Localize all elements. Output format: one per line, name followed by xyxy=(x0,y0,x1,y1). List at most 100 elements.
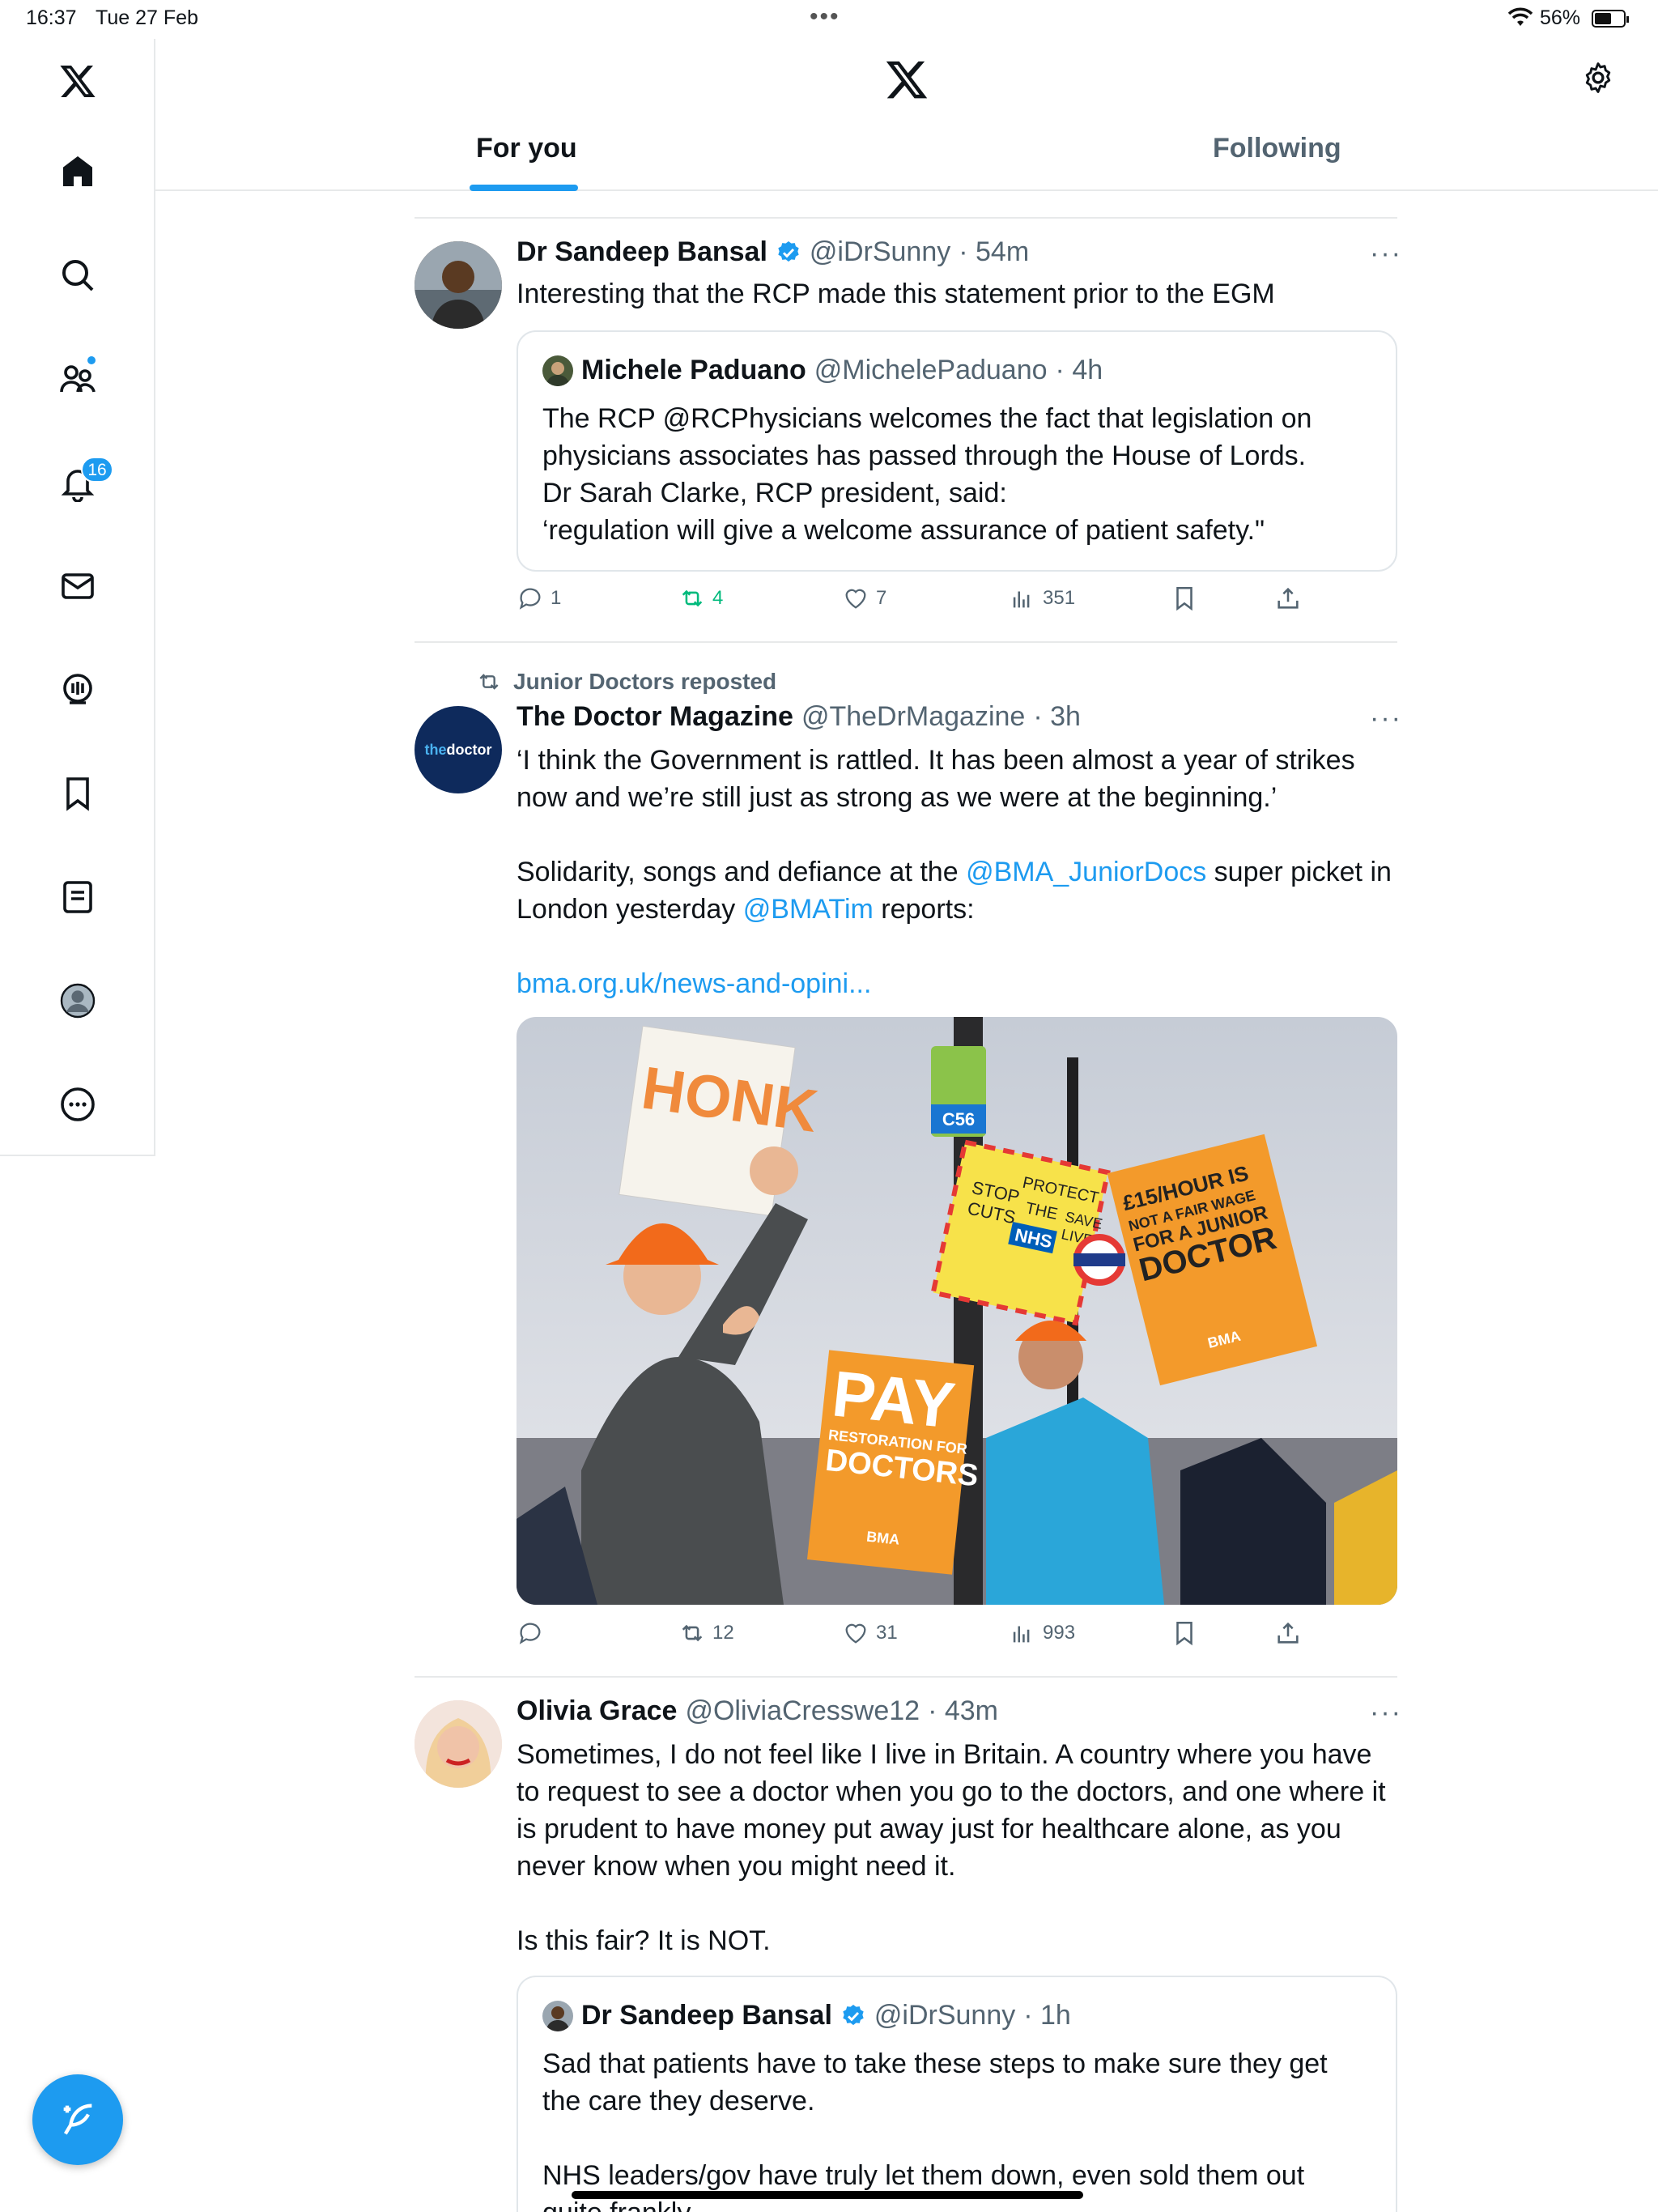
quote-time: · 1h xyxy=(1023,2000,1071,2031)
more-options-icon[interactable] xyxy=(45,1072,110,1137)
views-button[interactable]: 351 xyxy=(1009,585,1075,612)
post-time: · 3h xyxy=(1033,701,1081,732)
wifi-icon xyxy=(1507,7,1533,26)
home-icon[interactable] xyxy=(45,139,110,204)
avatar[interactable]: the doctor xyxy=(414,706,502,793)
like-count: 7 xyxy=(876,587,887,609)
reply-button[interactable] xyxy=(517,1619,551,1647)
multitasking-dots[interactable]: ••• xyxy=(810,3,840,31)
author-handle[interactable]: @OliviaCresswe12 xyxy=(685,1695,920,1727)
repost-context: Junior Doctors reposted xyxy=(476,669,776,695)
more-options-icon[interactable]: ··· xyxy=(1370,238,1402,270)
like-count: 31 xyxy=(876,1622,898,1644)
post-text-line: to request to see a doctor when you go t… xyxy=(517,1776,1386,1807)
communities-icon[interactable] xyxy=(45,347,110,411)
quote-author-handle: @MichelePaduano xyxy=(814,355,1048,385)
repost-button[interactable]: 4 xyxy=(678,585,723,612)
mention-link[interactable]: @BMA_JuniorDocs xyxy=(966,857,1206,887)
x-logo-icon[interactable] xyxy=(884,57,929,102)
heart-icon xyxy=(845,589,866,609)
quote-author-name: Michele Paduano xyxy=(581,355,806,385)
text: London yesterday xyxy=(517,894,743,925)
heart-icon xyxy=(845,1623,866,1644)
verified-badge-icon xyxy=(843,2004,864,2025)
notifications-count-badge: 16 xyxy=(81,457,113,483)
mention-link[interactable]: @BMATim xyxy=(743,894,874,925)
repost-context-label[interactable]: Junior Doctors reposted xyxy=(513,669,776,695)
x-logo-icon[interactable] xyxy=(45,49,110,113)
battery-percent: 56% xyxy=(1540,6,1581,29)
tab-following[interactable]: Following xyxy=(1213,133,1341,164)
post-text-line: never know when you might need it. xyxy=(517,1851,956,1882)
post-text-line: now and we’re still just as strong as we… xyxy=(517,782,1278,813)
lists-icon[interactable] xyxy=(45,865,110,929)
reply-icon xyxy=(519,588,541,610)
views-chart-icon xyxy=(1013,1626,1030,1643)
share-button[interactable] xyxy=(1274,1619,1302,1647)
profile-avatar-icon[interactable] xyxy=(45,968,110,1033)
avatar[interactable] xyxy=(414,1700,502,1788)
more-options-icon[interactable]: ··· xyxy=(1370,703,1402,734)
bookmark-icon xyxy=(1176,586,1192,611)
reply-icon xyxy=(519,1623,541,1644)
views-button[interactable]: 993 xyxy=(1009,1619,1075,1647)
more-options-icon[interactable]: ··· xyxy=(1370,1697,1402,1729)
post-time: · 54m xyxy=(959,236,1030,267)
quote-header: Michele Paduano @MichelePaduano · 4h xyxy=(542,355,1103,386)
quoted-post[interactable]: Dr Sandeep Bansal @iDrSunny · 1h Sad tha… xyxy=(517,1976,1397,2212)
post-text-line: ‘I think the Government is rattled. It h… xyxy=(517,745,1355,776)
bookmark-icon xyxy=(1176,1621,1192,1646)
avatar xyxy=(542,2000,573,2031)
compose-post-button[interactable] xyxy=(32,2074,123,2165)
quote-text-line: Sad that patients have to take these ste… xyxy=(542,2048,1328,2079)
bookmark-button[interactable] xyxy=(1171,1619,1198,1647)
post-text-line: London yesterday @BMATim reports: xyxy=(517,891,1399,928)
url-link[interactable]: bma.org.uk/news-and-opini... xyxy=(517,965,1399,1002)
text: Solidarity, songs and defiance at the xyxy=(517,857,967,887)
repost-count: 12 xyxy=(712,1622,734,1644)
text: super picket in xyxy=(1206,857,1392,887)
home-indicator[interactable] xyxy=(572,2191,1083,2199)
bookmarks-icon[interactable] xyxy=(45,761,110,826)
views-count: 993 xyxy=(1043,1622,1076,1644)
author-name[interactable]: The Doctor Magazine xyxy=(517,701,793,733)
messages-envelope-icon[interactable] xyxy=(45,554,110,619)
active-tab-indicator xyxy=(470,185,578,191)
quote-time: · 4h xyxy=(1055,355,1103,385)
like-button[interactable]: 7 xyxy=(842,585,886,612)
quoted-post[interactable]: Michele Paduano @MichelePaduano · 4h The… xyxy=(517,330,1397,572)
search-icon[interactable] xyxy=(45,243,110,308)
battery-icon xyxy=(1592,10,1629,28)
avatar-logo-text: doctor xyxy=(446,741,492,758)
post-image[interactable]: C56 STOP CUTS PROTECT THE NHS SAVE LIVES… xyxy=(517,1017,1397,1605)
post-time: · 43m xyxy=(928,1695,998,1726)
share-icon xyxy=(1278,587,1299,609)
repost-icon xyxy=(682,589,703,607)
tab-for-you[interactable]: For you xyxy=(476,133,577,164)
post-actions: 12 31 993 xyxy=(517,1619,1407,1655)
author-name[interactable]: Olivia Grace xyxy=(517,1695,677,1727)
views-count: 351 xyxy=(1043,587,1076,609)
post-text-line: Solidarity, songs and defiance at the @B… xyxy=(517,853,1399,891)
reply-button[interactable]: 1 xyxy=(517,585,561,612)
quote-text-line: physicians associates has passed through… xyxy=(542,440,1307,471)
author-handle[interactable]: @iDrSunny xyxy=(810,236,950,268)
share-button[interactable] xyxy=(1274,585,1302,612)
verified-badge-icon xyxy=(778,240,799,262)
post-text-line: Is this fair? It is NOT. xyxy=(517,1925,771,1956)
post-divider xyxy=(414,641,1397,643)
avatar[interactable] xyxy=(414,241,502,329)
settings-gear-icon[interactable] xyxy=(1580,60,1616,96)
compose-feather-icon xyxy=(63,2104,92,2135)
author-handle[interactable]: @TheDrMagazine xyxy=(801,701,1025,733)
like-button[interactable]: 31 xyxy=(842,1619,898,1647)
spaces-icon[interactable] xyxy=(45,657,110,722)
quote-header: Dr Sandeep Bansal @iDrSunny · 1h xyxy=(542,2000,1071,2031)
post-divider xyxy=(414,1676,1397,1678)
author-name[interactable]: Dr Sandeep Bansal xyxy=(517,236,767,268)
quote-text-line: Dr Sarah Clarke, RCP president, said: xyxy=(542,478,1007,508)
post-header: Dr Sandeep Bansal @iDrSunny · 54m xyxy=(517,236,1029,268)
repost-button[interactable]: 12 xyxy=(678,1619,734,1647)
avatar xyxy=(542,355,573,386)
bookmark-button[interactable] xyxy=(1171,585,1198,612)
